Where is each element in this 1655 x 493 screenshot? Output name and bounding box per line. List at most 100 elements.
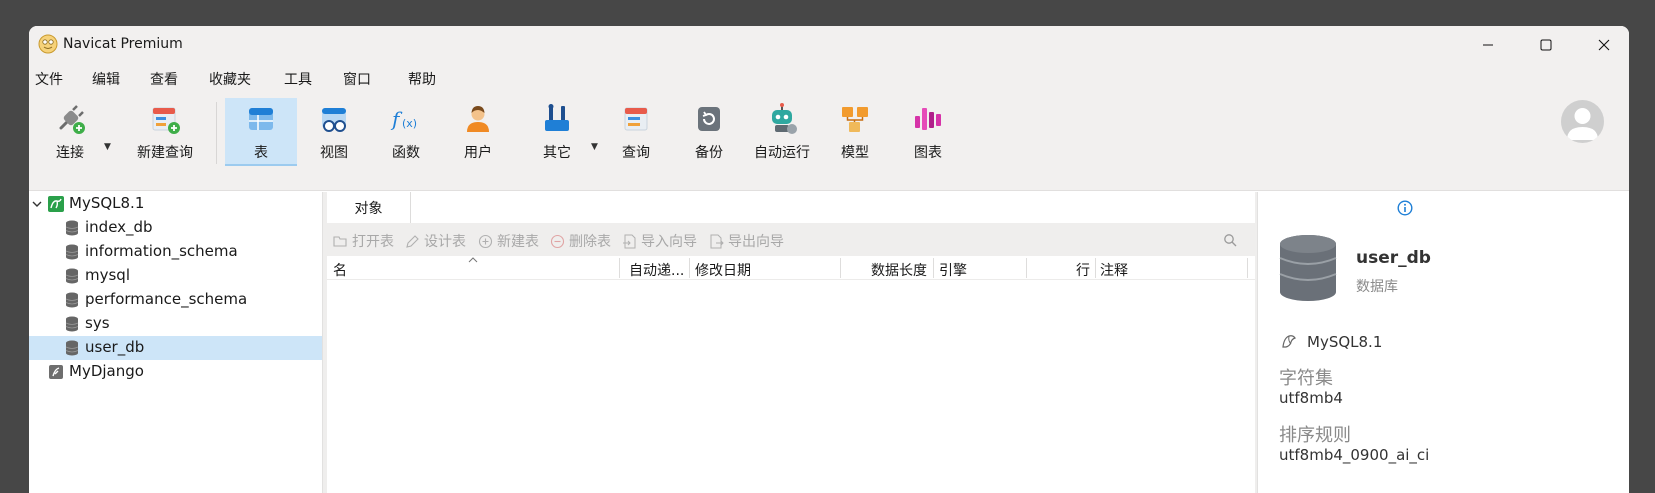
user-avatar[interactable] xyxy=(1561,100,1604,143)
function-button[interactable]: f (x) 函数 xyxy=(371,98,441,166)
view-label: 视图 xyxy=(320,145,348,161)
connection-icon xyxy=(49,365,63,379)
design-table-button[interactable]: 设计表 xyxy=(405,231,466,251)
tree-connection-label: MySQL8.1 xyxy=(69,194,145,212)
menu-window[interactable]: 窗口 xyxy=(343,69,371,89)
col-rows[interactable]: 行 xyxy=(1076,260,1090,280)
backup-button[interactable]: 备份 xyxy=(674,98,744,166)
col-auto-increment[interactable]: 自动递... xyxy=(629,260,684,280)
backup-label: 备份 xyxy=(695,145,723,161)
minimize-icon xyxy=(1483,44,1493,46)
tree-db-user_db[interactable]: user_db xyxy=(29,336,322,360)
chart-button[interactable]: 图表 xyxy=(893,98,963,166)
user-label: 用户 xyxy=(464,145,492,161)
tab-objects[interactable]: 对象 xyxy=(327,192,411,223)
import-icon xyxy=(623,234,636,248)
column-divider[interactable] xyxy=(1247,258,1248,278)
tree-connection-label: MyDjango xyxy=(69,362,144,380)
import-wizard-button[interactable]: 导入向导 xyxy=(622,231,697,251)
delete-table-label: 删除表 xyxy=(569,234,611,250)
new-query-button[interactable]: 新建查询 xyxy=(115,98,215,166)
query-icon xyxy=(624,107,648,131)
maximize-button[interactable] xyxy=(1517,26,1575,64)
column-divider[interactable] xyxy=(840,258,841,278)
table-button[interactable]: 表 xyxy=(225,98,297,166)
tree-db-label: index_db xyxy=(85,218,153,236)
menu-tools[interactable]: 工具 xyxy=(284,69,312,89)
connection-tree: MySQL8.1 index_db information_schema mys… xyxy=(29,192,322,493)
col-name[interactable]: 名 xyxy=(333,260,347,280)
view-button[interactable]: 视图 xyxy=(299,98,369,166)
chevron-down-icon[interactable] xyxy=(32,199,42,209)
open-table-button[interactable]: 打开表 xyxy=(333,231,394,251)
tree-db-information_schema[interactable]: information_schema xyxy=(29,240,322,264)
tree-connection-mysql[interactable]: MySQL8.1 xyxy=(29,192,322,216)
toolbar-separator xyxy=(216,102,217,164)
close-icon xyxy=(1598,39,1610,51)
connect-button[interactable]: 连接 xyxy=(35,98,105,166)
plug-icon xyxy=(59,105,85,134)
table-label: 表 xyxy=(254,145,268,161)
charset-value: utf8mb4 xyxy=(1279,389,1343,407)
tree-db-mysql[interactable]: mysql xyxy=(29,264,322,288)
new-table-button[interactable]: 新建表 xyxy=(478,231,539,251)
mysql-connection-icon xyxy=(48,196,64,212)
other-button[interactable]: 其它 xyxy=(522,98,592,166)
tree-db-label: information_schema xyxy=(85,242,238,260)
menu-help[interactable]: 帮助 xyxy=(408,69,436,89)
other-dropdown-icon[interactable]: ▼ xyxy=(591,142,598,152)
tree-db-index_db[interactable]: index_db xyxy=(29,216,322,240)
main-toolbar: 连接 ▼ 新建查询 表 视图 f (x) 函数 用户 其它 ▼ 查询 备份 自动… xyxy=(29,92,1629,191)
function-label: 函数 xyxy=(392,145,420,161)
col-comment[interactable]: 注释 xyxy=(1100,260,1128,280)
model-button[interactable]: 模型 xyxy=(820,98,890,166)
backup-icon xyxy=(698,107,720,131)
connect-dropdown-icon[interactable]: ▼ xyxy=(104,142,111,152)
avatar-icon xyxy=(1567,108,1598,140)
user-icon xyxy=(467,106,489,132)
import-wizard-label: 导入向导 xyxy=(641,234,697,250)
tree-connection-mydjango[interactable]: MyDjango xyxy=(29,360,322,384)
tab-strip: 对象 xyxy=(327,192,1255,223)
info-connection-name: MySQL8.1 xyxy=(1307,333,1383,351)
export-icon xyxy=(710,234,724,248)
minimize-button[interactable] xyxy=(1459,26,1517,64)
tree-db-performance_schema[interactable]: performance_schema xyxy=(29,288,322,312)
col-modified-date[interactable]: 修改日期 xyxy=(695,260,751,280)
object-actions-bar: 打开表 设计表 新建表 删除表 导入向导 导出向导 xyxy=(327,223,1255,256)
menu-bar: 文件 编辑 查看 收藏夹 工具 窗口 帮助 xyxy=(29,64,1629,92)
column-divider[interactable] xyxy=(689,258,690,278)
close-button[interactable] xyxy=(1575,26,1629,64)
tree-db-sys[interactable]: sys xyxy=(29,312,322,336)
database-icon xyxy=(65,316,79,332)
query-button[interactable]: 查询 xyxy=(601,98,671,166)
column-divider[interactable] xyxy=(1026,258,1027,278)
column-divider[interactable] xyxy=(1095,258,1096,278)
function-icon: f (x) xyxy=(390,107,417,131)
table-icon xyxy=(249,108,273,130)
menu-edit[interactable]: 编辑 xyxy=(92,69,120,89)
model-label: 模型 xyxy=(841,145,869,161)
menu-view[interactable]: 查看 xyxy=(150,69,178,89)
column-divider[interactable] xyxy=(933,258,934,278)
delete-table-button[interactable]: 删除表 xyxy=(550,231,611,251)
col-engine[interactable]: 引擎 xyxy=(939,260,967,280)
user-button[interactable]: 用户 xyxy=(443,98,513,166)
tab-strip-blank xyxy=(411,192,1255,223)
new-query-label: 新建查询 xyxy=(137,145,193,161)
export-wizard-label: 导出向导 xyxy=(728,234,784,250)
title-bar: Navicat Premium xyxy=(29,26,1629,64)
column-divider[interactable] xyxy=(619,258,620,278)
export-wizard-button[interactable]: 导出向导 xyxy=(709,231,784,251)
menu-favorites[interactable]: 收藏夹 xyxy=(209,69,251,89)
minus-circle-icon xyxy=(550,234,565,248)
col-data-length[interactable]: 数据长度 xyxy=(871,260,927,280)
open-table-label: 打开表 xyxy=(352,234,394,250)
automation-label: 自动运行 xyxy=(754,145,810,161)
info-icon[interactable] xyxy=(1397,200,1413,216)
automation-button[interactable]: 自动运行 xyxy=(747,98,817,166)
navicat-window: Navicat Premium 文件 编辑 查看 收藏夹 工具 窗口 帮助 连接… xyxy=(29,26,1629,493)
menu-file[interactable]: 文件 xyxy=(35,69,63,89)
search-icon[interactable] xyxy=(1223,233,1237,247)
tree-db-label: performance_schema xyxy=(85,290,248,308)
